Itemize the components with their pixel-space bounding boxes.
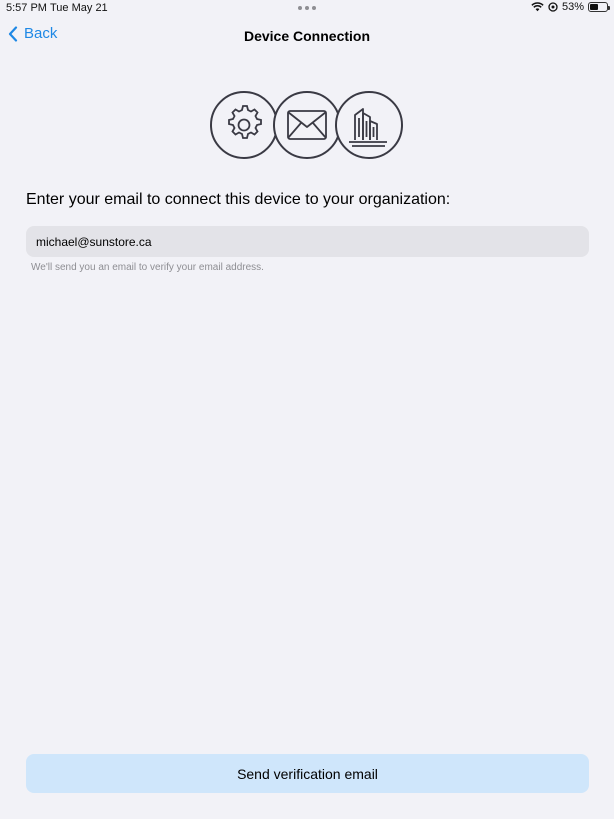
gear-icon — [210, 91, 278, 159]
status-indicators: 53% — [531, 1, 610, 13]
battery-fill — [590, 4, 599, 10]
helper-text: We'll send you an email to verify your e… — [31, 262, 264, 273]
navigation-bar: Back Device Connection — [0, 20, 614, 52]
send-verification-button[interactable]: Send verification email — [26, 754, 589, 793]
email-field[interactable] — [26, 226, 589, 257]
multitasking-dots-icon[interactable] — [298, 6, 316, 10]
envelope-icon — [273, 91, 341, 159]
wifi-icon — [531, 2, 544, 12]
status-bar: 5:57 PM Tue May 21 53% — [0, 0, 614, 16]
location-icon — [548, 2, 558, 12]
status-time: 5:57 PM — [6, 2, 47, 14]
battery-icon — [588, 2, 610, 12]
device-connection-screen: 5:57 PM Tue May 21 53% Back Device Conne… — [0, 0, 614, 819]
instruction-text: Enter your email to connect this device … — [26, 191, 451, 208]
status-date: Tue May 21 — [50, 2, 108, 14]
building-icon — [335, 91, 403, 159]
connection-illustration — [210, 91, 403, 159]
page-title: Device Connection — [243, 28, 371, 44]
battery-percentage: 53% — [561, 1, 584, 13]
